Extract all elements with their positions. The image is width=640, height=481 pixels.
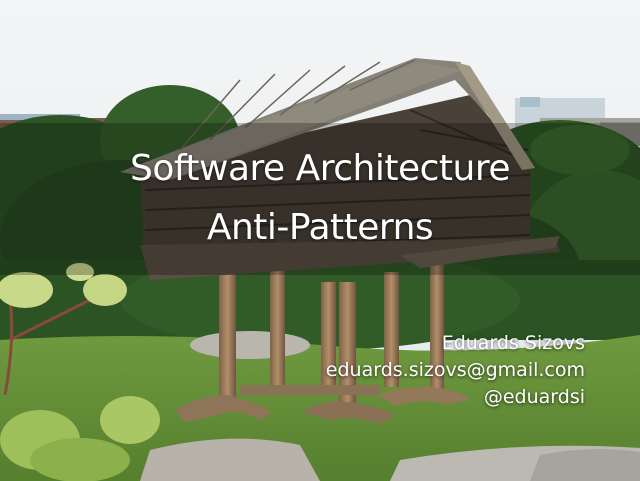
author-name: Eduards Sizovs (441, 332, 585, 354)
author-email: eduards.sizovs@gmail.com (325, 359, 585, 381)
slide: Software Architecture Anti-Patterns Edua… (0, 0, 640, 481)
title-overlay-band (0, 123, 640, 275)
author-handle: @eduardsi (483, 386, 585, 408)
author-info: Eduards Sizovs eduards.sizovs@gmail.com … (326, 330, 585, 411)
slide-title-line-2: Anti-Patterns (206, 207, 434, 248)
slide-title-line-1: Software Architecture (129, 148, 511, 189)
